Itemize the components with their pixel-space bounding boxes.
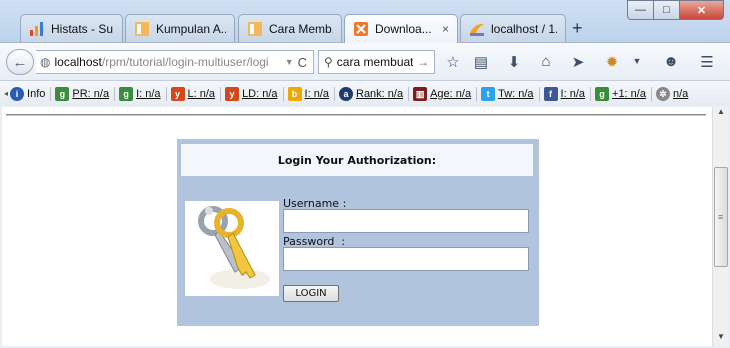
seo-label: L: n/a (187, 87, 216, 100)
tab-label: Kumpulan A... (156, 21, 226, 36)
seo-twitter[interactable]: t Tw: n/a (481, 86, 540, 101)
tab-histats[interactable]: Histats - Su... (20, 14, 123, 42)
navigation-toolbar: ← ◍ localhost/rpm/tutorial/login-multius… (0, 42, 730, 80)
keys-illustration (198, 206, 270, 289)
login-title: Login Your Authorization: (181, 144, 533, 176)
seo-label: Info (27, 87, 46, 100)
new-tab-button[interactable]: + (572, 18, 583, 39)
google-icon: g (119, 86, 134, 101)
menu-icon[interactable]: ☰ (698, 53, 716, 71)
search-go-icon[interactable]: → (417, 55, 429, 69)
histats-bar-chart-icon (30, 21, 43, 36)
globe-icon: ◍ (40, 55, 51, 69)
password-field[interactable] (283, 247, 529, 271)
seo-alexa-rank[interactable]: a Rank: n/a (339, 86, 410, 101)
seo-label: Tw: n/a (498, 87, 534, 100)
search-icon: ⚲ (324, 55, 333, 69)
facebook-icon: f (543, 86, 558, 101)
seo-label: I: n/a (560, 87, 586, 100)
close-tab-icon[interactable]: × (442, 22, 449, 36)
seo-age[interactable]: ▥ Age: n/a (413, 86, 478, 101)
search-bar[interactable]: ⚲ cara membuat → (318, 50, 435, 74)
tab-kumpulan[interactable]: Kumpulan A... (125, 14, 235, 42)
blogger-page-icon (248, 21, 262, 36)
yahoo-icon: y (170, 86, 185, 101)
keys-icon (185, 201, 279, 296)
scroll-up-icon[interactable]: ▲ (713, 107, 729, 121)
seo-label: PR: n/a (72, 87, 110, 100)
google-icon: g (595, 86, 610, 101)
search-input[interactable]: cara membuat (337, 55, 413, 69)
tab-label: localhost / 1... (491, 21, 557, 36)
minimize-button[interactable]: — (627, 0, 654, 20)
scroll-thumb[interactable]: ≡ (714, 167, 728, 267)
seo-label: LD: n/a (242, 87, 278, 100)
seo-toolbar: ◂ i Info g PR: n/a g I: n/a y L: n/a y L… (0, 80, 730, 106)
chevron-left-icon[interactable]: ◂ (4, 89, 8, 98)
url-dropdown-icon[interactable]: ▼ (285, 57, 294, 67)
chat-icon[interactable]: ☻ (662, 53, 680, 70)
seo-label: n/a (672, 87, 689, 100)
window-controls: — □ ✕ (627, 0, 724, 20)
page-viewport: Login Your Authorization: Username : Pas… (2, 107, 712, 346)
tab-label: Histats - Su... (51, 21, 114, 36)
download-icon[interactable]: ⬇ (505, 53, 523, 71)
twitter-icon: t (481, 86, 496, 101)
archive-icon: ▥ (413, 86, 428, 101)
home-icon[interactable]: ⌂ (537, 53, 555, 70)
reading-list-icon[interactable]: ▤ (472, 53, 490, 71)
tab-label: Cara Memb... (269, 21, 333, 36)
login-button[interactable]: LOGIN (283, 285, 339, 302)
chevron-down-icon[interactable]: ▼ (628, 56, 646, 66)
username-field[interactable] (283, 209, 529, 233)
horizontal-rule (6, 114, 706, 116)
seo-label: Age: n/a (430, 87, 472, 100)
send-icon[interactable]: ➤ (569, 53, 587, 71)
tab-label: Downloa... (375, 22, 432, 36)
yahoo-icon: y (225, 86, 240, 101)
seo-label: I: n/a (136, 87, 161, 100)
maximize-button[interactable]: □ (654, 0, 680, 20)
info-icon: i (10, 86, 25, 101)
seo-label: Rank: n/a (356, 87, 404, 100)
seo-label: I: n/a (304, 87, 329, 100)
addon-gear-icon[interactable]: ✹ (603, 53, 621, 71)
seo-yahoo-links[interactable]: y L: n/a (170, 86, 222, 101)
alexa-icon: a (339, 86, 353, 101)
seo-facebook[interactable]: f I: n/a (543, 86, 592, 101)
seo-info[interactable]: i Info (10, 86, 52, 101)
url-text: localhost/rpm/tutorial/login-multiuser/l… (54, 55, 280, 69)
seo-label: +1: n/a (612, 87, 646, 100)
tab-cara-membuat[interactable]: Cara Memb... (238, 14, 342, 42)
bing-icon: b (287, 86, 302, 101)
url-bar[interactable]: ◍ localhost/rpm/tutorial/login-multiuser… (36, 50, 314, 74)
seo-other[interactable]: ✲ n/a (655, 86, 693, 101)
seo-google-plus[interactable]: g +1: n/a (595, 86, 652, 101)
tab-phpmyadmin[interactable]: localhost / 1... (460, 14, 566, 42)
scroll-down-icon[interactable]: ▼ (713, 332, 729, 346)
reload-icon[interactable]: C (298, 55, 307, 70)
seo-yahoo-linkdomain[interactable]: y LD: n/a (225, 86, 284, 101)
xampp-icon (354, 22, 368, 36)
close-window-button[interactable]: ✕ (680, 0, 724, 20)
gear-icon: ✲ (655, 86, 670, 101)
tab-strip: Histats - Su... Kumpulan A... Cara Memb.… (0, 0, 730, 43)
url-path: /rpm/tutorial/login-multiuser/logi (101, 55, 269, 69)
phpmyadmin-icon (470, 23, 484, 36)
google-icon: g (55, 86, 70, 101)
back-button[interactable]: ← (6, 49, 34, 75)
tab-download[interactable]: Downloa... × (344, 14, 458, 43)
bookmark-star-icon[interactable]: ☆ (444, 53, 462, 71)
seo-pagerank[interactable]: g PR: n/a (55, 86, 116, 101)
url-host: localhost (54, 55, 102, 69)
vertical-scrollbar[interactable]: ▲ ≡ ▼ (712, 107, 728, 346)
login-panel: Login Your Authorization: Username : Pas… (177, 139, 539, 326)
seo-google-index[interactable]: g I: n/a (119, 86, 167, 101)
seo-bing-index[interactable]: b I: n/a (287, 86, 335, 101)
grip-icon: ≡ (718, 212, 724, 222)
blogger-page-icon (135, 21, 149, 36)
